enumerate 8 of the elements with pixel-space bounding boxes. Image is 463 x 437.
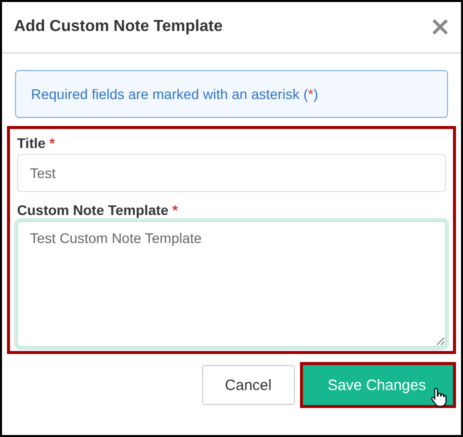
close-button[interactable]: × <box>429 14 451 40</box>
field-label: Title * <box>17 135 56 151</box>
template-text-area[interactable]: Test Custom Note Template <box>17 221 446 347</box>
notice-text: Required fields are marked with an asterisk (*) <box>31 86 318 102</box>
cancel-button[interactable]: Cancel <box>202 365 295 405</box>
title-field[interactable]: Test <box>17 154 446 192</box>
dialog-title: Add Custom Note Template <box>14 18 223 36</box>
field-label: Custom Note Template * <box>17 202 179 218</box>
